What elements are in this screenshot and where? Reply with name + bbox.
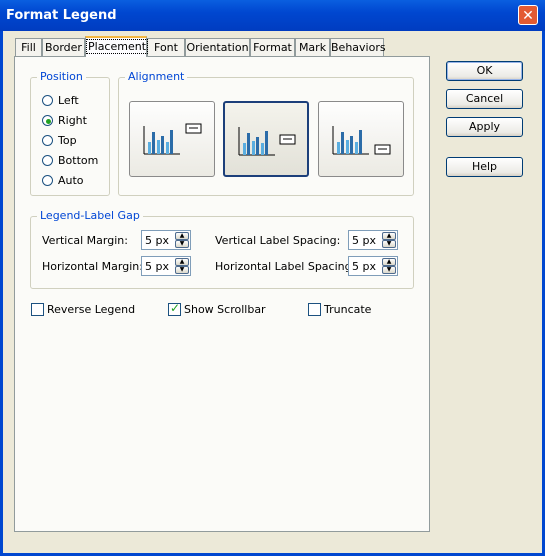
tab-format-label: Format — [253, 41, 292, 54]
radio-right[interactable]: Right — [42, 114, 122, 129]
spin-up-icon[interactable]: ▲ — [382, 258, 396, 266]
radio-right-circle — [42, 115, 53, 126]
spin-down-icon[interactable]: ▼ — [382, 240, 396, 248]
legend-bottom-chart-icon — [332, 126, 391, 155]
horizontal-spacing-label: Horizontal Label Spacing: — [215, 260, 356, 273]
truncate-box — [308, 303, 321, 316]
cancel-button[interactable]: Cancel — [446, 89, 523, 109]
spin-down-icon[interactable]: ▼ — [175, 240, 189, 248]
tab-font[interactable]: Font — [147, 38, 185, 56]
tab-border-label: Border — [45, 41, 82, 54]
close-button[interactable]: ✕ — [518, 5, 538, 25]
spin-down-icon[interactable]: ▼ — [175, 266, 189, 274]
ok-button[interactable]: OK — [446, 61, 523, 81]
tab-placement-label: Placement — [86, 39, 149, 54]
horizontal-margin-label: Horizontal Margin: — [42, 260, 143, 273]
alignment-group-title: Alignment — [125, 70, 188, 83]
tab-mark[interactable]: Mark — [295, 38, 330, 56]
horizontal-spacing-value: 5 px — [352, 260, 376, 273]
checkmark-icon: ✓ — [170, 301, 181, 315]
legend-top-chart-icon — [143, 123, 202, 155]
radio-left[interactable]: Left — [42, 94, 122, 109]
legend-label-gap-title: Legend-Label Gap — [37, 209, 143, 222]
legend-middle-chart-icon — [238, 127, 296, 156]
truncate-label: Truncate — [324, 303, 372, 316]
spin-up-icon[interactable]: ▲ — [175, 258, 189, 266]
radio-bottom-label: Bottom — [58, 154, 99, 167]
reverse-legend-label: Reverse Legend — [47, 303, 136, 316]
spin-up-icon[interactable]: ▲ — [175, 232, 189, 240]
radio-auto-circle — [42, 175, 53, 186]
spin-up-icon[interactable]: ▲ — [382, 232, 396, 240]
show-scrollbar-checkbox[interactable]: ✓ Show Scrollbar — [168, 301, 278, 317]
reverse-legend-box — [31, 303, 44, 316]
align-bottom-button[interactable] — [318, 101, 404, 177]
radio-top-label: Top — [58, 134, 77, 147]
radio-bottom[interactable]: Bottom — [42, 154, 122, 169]
vertical-spacing-spinner[interactable]: 5 px ▲ ▼ — [348, 230, 398, 250]
radio-left-label: Left — [58, 94, 79, 107]
radio-left-circle — [42, 95, 53, 106]
apply-button[interactable]: Apply — [446, 117, 523, 137]
vertical-spacing-label: Vertical Label Spacing: — [215, 234, 341, 247]
tab-orientation[interactable]: Orientation — [185, 38, 250, 56]
tab-format[interactable]: Format — [250, 38, 295, 56]
align-top-button[interactable] — [129, 101, 215, 177]
position-group-title: Position — [37, 70, 86, 83]
align-middle-button[interactable] — [223, 101, 309, 177]
window-title: Format Legend — [6, 8, 117, 23]
title-bar: Format Legend ✕ — [0, 0, 545, 31]
radio-top[interactable]: Top — [42, 134, 122, 149]
legend-label-gap-group: Legend-Label Gap — [30, 209, 414, 289]
radio-auto[interactable]: Auto — [42, 174, 122, 189]
vertical-margin-spinner[interactable]: 5 px ▲ ▼ — [141, 230, 191, 250]
tab-behaviors[interactable]: Behaviors — [330, 38, 386, 56]
tab-border[interactable]: Border — [42, 38, 85, 56]
help-button[interactable]: Help — [446, 157, 523, 177]
show-scrollbar-box: ✓ — [168, 301, 181, 316]
tab-font-label: Font — [154, 41, 178, 54]
radio-top-circle — [42, 135, 53, 146]
tab-orientation-label: Orientation — [186, 41, 249, 54]
radio-right-label: Right — [58, 114, 87, 127]
horizontal-margin-spinner[interactable]: 5 px ▲ ▼ — [141, 256, 191, 276]
tab-fill[interactable]: Fill — [15, 38, 42, 56]
horizontal-margin-value: 5 px — [145, 260, 169, 273]
reverse-legend-checkbox[interactable]: Reverse Legend — [31, 303, 141, 317]
radio-bottom-circle — [42, 155, 53, 166]
radio-selected-dot — [46, 119, 51, 124]
tab-fill-label: Fill — [21, 41, 36, 54]
vertical-margin-label: Vertical Margin: — [42, 234, 128, 247]
horizontal-spacing-spinner[interactable]: 5 px ▲ ▼ — [348, 256, 398, 276]
show-scrollbar-label: Show Scrollbar — [184, 303, 266, 316]
radio-auto-label: Auto — [58, 174, 84, 187]
tab-placement[interactable]: Placement — [85, 36, 149, 57]
tab-behaviors-label: Behaviors — [331, 41, 386, 54]
vertical-margin-value: 5 px — [145, 234, 169, 247]
vertical-spacing-value: 5 px — [352, 234, 376, 247]
tab-mark-label: Mark — [298, 41, 327, 54]
spin-down-icon[interactable]: ▼ — [382, 266, 396, 274]
truncate-checkbox[interactable]: Truncate — [308, 303, 418, 317]
